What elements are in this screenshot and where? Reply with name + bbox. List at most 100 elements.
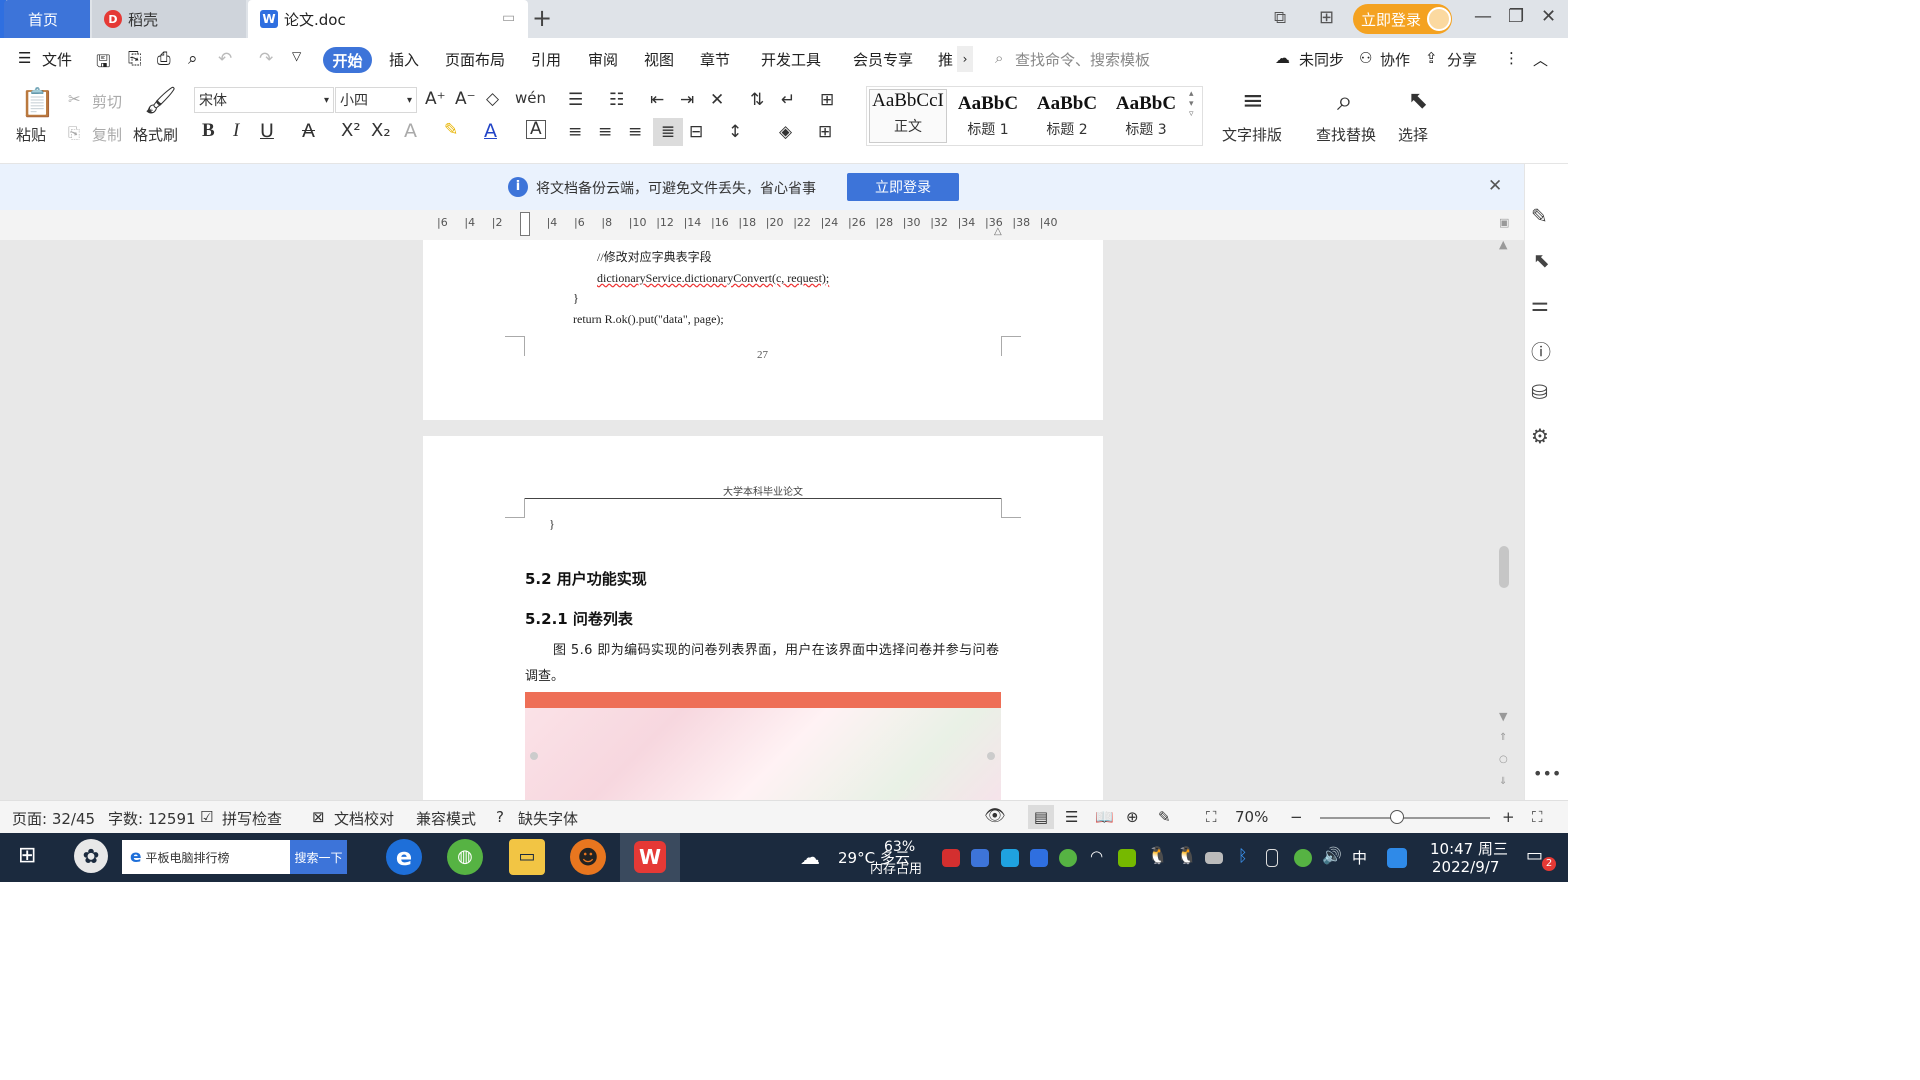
strikethrough-icon[interactable]: A xyxy=(302,120,315,142)
missing-font-button[interactable]: 缺失字体 xyxy=(518,808,578,829)
copy-button[interactable]: 复制 xyxy=(92,124,122,145)
zoom-slider[interactable] xyxy=(1320,810,1490,824)
clear-format-icon[interactable]: ◇ xyxy=(486,89,499,109)
ie-icon[interactable]: e xyxy=(386,839,422,875)
command-search-input[interactable]: 查找命令、搜索模板 xyxy=(1015,49,1150,70)
align-right-icon[interactable]: ≡ xyxy=(628,122,642,142)
text-layout-button[interactable]: 文字排版 xyxy=(1222,124,1282,145)
indent-marker-icon[interactable] xyxy=(520,212,530,236)
clock-time[interactable]: 10:47 周三 xyxy=(1430,838,1508,859)
outline-view-icon[interactable]: ☰ xyxy=(1065,808,1078,826)
tab-daoke[interactable]: D 稻壳 xyxy=(92,0,246,38)
menu-insert[interactable]: 插入 xyxy=(389,49,419,70)
redo-icon[interactable]: ↷ xyxy=(259,49,273,69)
page-27[interactable]: //修改对应字典表字段 dictionaryService.dictionary… xyxy=(423,240,1103,420)
memory-percent[interactable]: 63% xyxy=(884,839,915,855)
notice-login-button[interactable]: 立即登录 xyxy=(847,173,959,201)
new-tab-icon[interactable]: + xyxy=(532,4,552,32)
font-color-icon[interactable]: A xyxy=(484,120,497,142)
menu-review[interactable]: 审阅 xyxy=(588,49,618,70)
bold-icon[interactable]: B xyxy=(202,120,215,142)
print-preview-icon[interactable]: ⌕ xyxy=(188,49,198,69)
zoom-out-icon[interactable]: − xyxy=(1290,808,1303,826)
close-icon[interactable]: ✕ xyxy=(1541,6,1556,27)
paste-button[interactable]: 粘贴 xyxy=(16,124,46,145)
format-painter-button[interactable]: 格式刷 xyxy=(133,124,178,145)
collapse-ribbon-icon[interactable]: ︿ xyxy=(1533,49,1548,70)
backup-icon[interactable]: ⛁ xyxy=(1531,380,1548,404)
menu-more-icon[interactable]: › xyxy=(957,46,973,72)
spellcheck-button[interactable]: 拼写检查 xyxy=(222,808,282,829)
wps-taskbar-button[interactable]: W xyxy=(620,833,680,882)
shading-icon[interactable]: ◈ xyxy=(779,122,792,142)
game-app-icon[interactable]: ☻ xyxy=(570,839,606,875)
tray-green-icon[interactable] xyxy=(1294,849,1312,867)
justify-icon[interactable]: ≣ xyxy=(653,118,683,146)
ruler-toggle-icon[interactable]: ⊞ xyxy=(820,90,834,110)
export-icon[interactable]: ⎘ xyxy=(128,49,142,69)
qq-icon[interactable]: 🐧 xyxy=(1176,846,1197,866)
more-options-icon[interactable]: ⋮ xyxy=(1504,49,1519,67)
pen-icon[interactable]: ✎ xyxy=(1531,204,1548,228)
unsynced-button[interactable]: 未同步 xyxy=(1299,49,1344,70)
baidu-icon[interactable]: ✿ xyxy=(74,839,108,873)
bluetooth-icon[interactable]: ᛒ xyxy=(1238,846,1248,865)
select-button[interactable]: 选择 xyxy=(1398,124,1428,145)
notice-close-icon[interactable]: ✕ xyxy=(1488,176,1502,196)
ime-indicator[interactable]: 中 xyxy=(1352,847,1367,868)
font-name-select[interactable]: 宋体 ▾ xyxy=(194,87,334,113)
style-normal[interactable]: AaBbCcI 正文 xyxy=(869,89,947,143)
fullscreen-icon[interactable]: ⛶ xyxy=(1532,808,1543,826)
tray-app-icon[interactable] xyxy=(942,849,960,867)
paste-icon[interactable]: 📋 xyxy=(20,86,55,119)
tab-document[interactable]: W 论文.doc ▭ xyxy=(248,0,528,38)
web-view-icon[interactable]: ⊕ xyxy=(1126,808,1139,826)
browse-object-icon[interactable]: ○ xyxy=(1499,754,1508,765)
style-heading1[interactable]: AaBbC 标题 1 xyxy=(949,93,1027,147)
format-painter-icon[interactable]: 🖌 xyxy=(144,86,177,116)
menu-chapter[interactable]: 章节 xyxy=(700,49,730,70)
menu-developer[interactable]: 开发工具 xyxy=(761,49,821,70)
proofread-button[interactable]: 文档校对 xyxy=(334,808,394,829)
grow-font-icon[interactable]: A⁺ xyxy=(425,89,446,109)
sort-icon[interactable]: ⇅ xyxy=(750,90,764,110)
taskbar-search-input[interactable]: e 平板电脑排行榜 xyxy=(122,840,290,874)
login-button[interactable]: 立即登录 xyxy=(1353,4,1452,34)
apps-grid-icon[interactable]: ⊞ xyxy=(1319,7,1334,28)
page-indicator[interactable]: 页面: 32/45 xyxy=(12,808,95,829)
highlight-icon[interactable]: ✎ xyxy=(444,120,458,140)
minimize-icon[interactable]: — xyxy=(1474,6,1492,27)
menu-member[interactable]: 会员专享 xyxy=(853,49,913,70)
align-center-icon[interactable]: ≡ xyxy=(598,122,612,142)
distributed-icon[interactable]: ⊟ xyxy=(689,122,703,142)
prev-page-icon[interactable]: ⇑ xyxy=(1499,732,1507,743)
horizontal-ruler[interactable]: |6|4|2|2|4|6|8|10|12|14|16|18|20|22|24|2… xyxy=(0,210,1524,240)
menu-view[interactable]: 视图 xyxy=(644,49,674,70)
customize-icon[interactable]: ▽ xyxy=(292,49,301,63)
pinyin-icon[interactable]: wén xyxy=(515,89,546,107)
menu-references[interactable]: 引用 xyxy=(531,49,561,70)
select-cursor-icon[interactable]: ⬉ xyxy=(1408,86,1428,114)
fit-page-icon[interactable]: ⛶ xyxy=(1206,808,1217,826)
paragraph-mark-icon[interactable]: ↵ xyxy=(781,90,795,110)
italic-icon[interactable]: I xyxy=(233,120,239,142)
shrink-font-icon[interactable]: A⁻ xyxy=(455,89,476,109)
right-indent-icon[interactable]: △ xyxy=(994,226,1002,237)
save-icon[interactable]: 🖫 xyxy=(96,49,110,78)
more-tools-icon[interactable]: ••• xyxy=(1533,764,1561,783)
numbered-list-icon[interactable]: ☷ xyxy=(609,90,624,110)
chinese-layout-icon[interactable]: ✕ xyxy=(710,90,724,110)
taskbar-search-button[interactable]: 搜索一下 xyxy=(290,840,347,874)
superscript-icon[interactable]: X² xyxy=(341,120,361,141)
monitor-icon[interactable]: ▭ xyxy=(502,10,515,26)
page-view-icon[interactable]: ▤ xyxy=(1028,805,1054,829)
tray-app-icon[interactable] xyxy=(1001,849,1019,867)
align-left-icon[interactable]: ≡ xyxy=(568,122,582,142)
menu-start[interactable]: 开始 xyxy=(323,47,372,73)
windows-start-icon[interactable]: ⊞ xyxy=(18,843,36,868)
clock-date[interactable]: 2022/9/7 xyxy=(1432,858,1499,876)
subscript-icon[interactable]: X₂ xyxy=(371,120,391,141)
cursor-icon[interactable]: ⬉ xyxy=(1533,248,1550,272)
battery-icon[interactable] xyxy=(1205,852,1223,864)
zoom-in-icon[interactable]: + xyxy=(1502,808,1515,826)
